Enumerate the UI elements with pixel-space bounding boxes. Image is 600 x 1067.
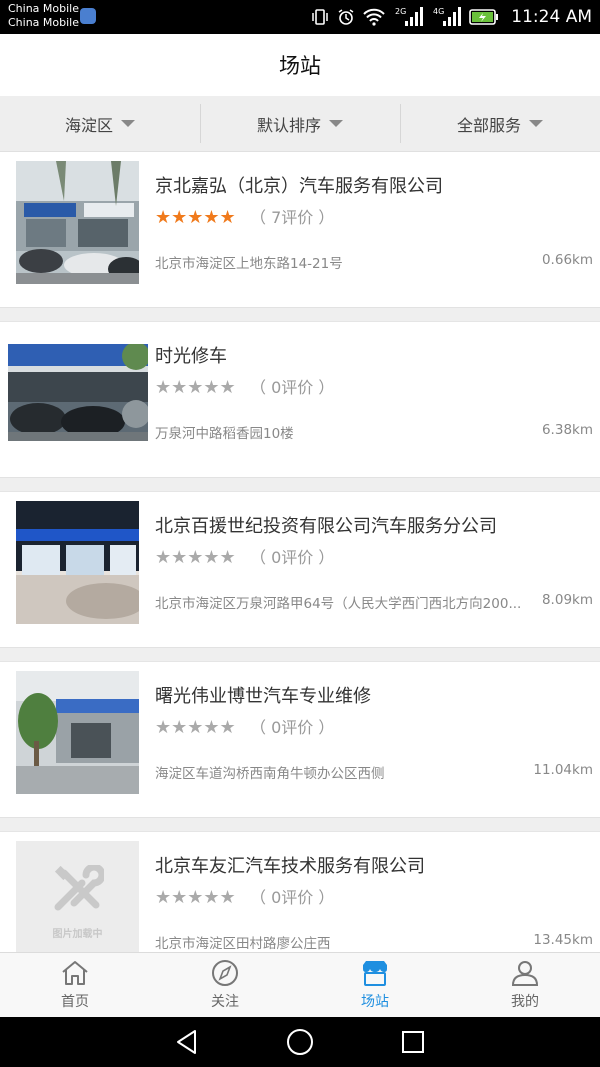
title-bar: 场站: [0, 34, 600, 96]
network-2-label: 4G: [433, 7, 444, 16]
rating-stars: ★★★★★: [155, 548, 236, 568]
carrier-2: China Mobile: [8, 16, 80, 29]
station-item[interactable]: 曙光伟业博世汽车专业维修 ★★★★★ （ 0评价 ） 海淀区车道沟桥西南角牛顿办…: [0, 662, 600, 818]
signal-4g-icon: 4G: [433, 7, 462, 26]
tab-home[interactable]: 首页: [0, 953, 150, 1017]
caret-down-icon: [329, 120, 343, 127]
star-rating-icon: ★★★★★: [155, 887, 236, 908]
placeholder-label: 图片加载中: [52, 929, 103, 940]
rating-stars: ★★★★★: [155, 378, 236, 398]
station-name: 京北嘉弘（北京）汽车服务有限公司: [155, 176, 443, 197]
sort-filter-label: 默认排序: [256, 115, 321, 135]
caret-down-icon: [529, 120, 543, 127]
station-list: 京北嘉弘（北京）汽车服务有限公司 ★★★★★ （ 7评价 ） 北京市海淀区上地东…: [0, 152, 600, 952]
carrier-info: China Mobile China Mobile: [8, 2, 79, 30]
station-photo: [8, 344, 148, 441]
wifi-icon: [363, 8, 386, 26]
sort-filter[interactable]: 默认排序: [200, 96, 400, 151]
review-count: （ 7评价 ）: [250, 208, 335, 227]
tab-mine-label: 我的: [511, 994, 539, 1010]
review-count: （ 0评价 ）: [250, 378, 335, 397]
station-distance: 0.66km: [541, 252, 593, 268]
station-distance: 8.09km: [541, 592, 593, 608]
station-address: 北京市海淀区田村路廖公庄西: [155, 936, 331, 952]
station-distance: 11.04km: [533, 762, 593, 778]
recent-apps-icon[interactable]: [399, 1028, 427, 1056]
status-bar: China Mobile China Mobile 2G 4G 11:24 AM: [0, 0, 600, 34]
battery-icon: [469, 9, 499, 25]
tab-home-label: 首页: [61, 994, 89, 1010]
station-name: 时光修车: [155, 346, 227, 367]
station-address: 海淀区车道沟桥西南角牛顿办公区西侧: [155, 766, 385, 782]
tab-mine[interactable]: 我的: [450, 953, 600, 1017]
tab-stations[interactable]: 场站: [300, 953, 450, 1017]
network-1-label: 2G: [395, 7, 406, 16]
station-address: 万泉河中路稻香园10楼: [155, 426, 294, 442]
bottom-tab-bar: 首页 关注 场站 我的: [0, 952, 600, 1017]
station-name: 北京百援世纪投资有限公司汽车服务分公司: [155, 516, 497, 537]
tab-follow-label: 关注: [211, 994, 239, 1010]
station-photo: [16, 671, 139, 794]
home-icon: [62, 961, 88, 985]
wrench-screwdriver-icon: [54, 865, 104, 911]
app-notification-icon: [80, 8, 96, 24]
service-filter-label: 全部服务: [456, 115, 521, 135]
station-distance: 13.45km: [533, 932, 593, 948]
list-divider: [0, 648, 600, 662]
caret-down-icon: [121, 120, 135, 127]
alarm-icon: [338, 9, 354, 25]
filter-bar: 海淀区 默认排序 全部服务: [0, 96, 600, 152]
district-filter[interactable]: 海淀区: [0, 96, 200, 151]
system-nav-bar: [0, 1017, 600, 1067]
shop-icon: [363, 961, 387, 986]
rating-stars: ★★★★★: [155, 888, 236, 908]
review-count: （ 0评价 ）: [250, 548, 335, 567]
station-photo-placeholder: 图片加载中: [16, 841, 139, 952]
rating-stars: ★★★★★: [155, 718, 236, 738]
review-count: （ 0评价 ）: [250, 718, 335, 737]
status-icons: 2G 4G 11:24 AM: [311, 0, 592, 34]
star-rating-icon: ★★★★★: [155, 207, 236, 228]
station-name: 曙光伟业博世汽车专业维修: [155, 686, 371, 707]
tab-stations-label: 场站: [361, 994, 389, 1010]
station-item[interactable]: 图片加载中 北京车友汇汽车技术服务有限公司 ★★★★★ （ 0评价 ） 北京市海…: [0, 832, 600, 952]
service-filter[interactable]: 全部服务: [400, 96, 600, 151]
home-circle-icon[interactable]: [286, 1028, 314, 1056]
clock: 11:24 AM: [511, 7, 592, 27]
rating-stars: ★★★★★: [155, 208, 236, 228]
carrier-1: China Mobile: [8, 2, 80, 15]
star-rating-icon: ★★★★★: [155, 717, 236, 738]
user-icon: [511, 961, 539, 986]
station-item[interactable]: 北京百援世纪投资有限公司汽车服务分公司 ★★★★★ （ 0评价 ） 北京市海淀区…: [0, 492, 600, 648]
compass-icon: [212, 960, 238, 986]
page-title: 场站: [279, 54, 321, 78]
station-photo: [16, 501, 139, 624]
list-divider: [0, 478, 600, 492]
station-item[interactable]: 京北嘉弘（北京）汽车服务有限公司 ★★★★★ （ 7评价 ） 北京市海淀区上地东…: [0, 152, 600, 308]
list-divider: [0, 308, 600, 322]
review-count: （ 0评价 ）: [250, 888, 335, 907]
list-divider: [0, 818, 600, 832]
station-distance: 6.38km: [541, 422, 593, 438]
station-address: 北京市海淀区万泉河路甲64号（人民大学西门西北方向200...: [155, 596, 522, 612]
tab-follow[interactable]: 关注: [150, 953, 300, 1017]
station-photo: [16, 161, 139, 284]
back-icon[interactable]: [173, 1028, 201, 1056]
vibrate-icon: [312, 9, 329, 25]
district-filter-label: 海淀区: [64, 115, 113, 135]
station-address: 北京市海淀区上地东路14-21号: [155, 256, 343, 272]
signal-2g-icon: 2G: [395, 7, 424, 26]
station-name: 北京车友汇汽车技术服务有限公司: [155, 856, 425, 877]
station-item[interactable]: 时光修车 ★★★★★ （ 0评价 ） 万泉河中路稻香园10楼 6.38km: [0, 322, 600, 478]
star-rating-icon: ★★★★★: [155, 547, 236, 568]
star-rating-icon: ★★★★★: [155, 377, 236, 398]
